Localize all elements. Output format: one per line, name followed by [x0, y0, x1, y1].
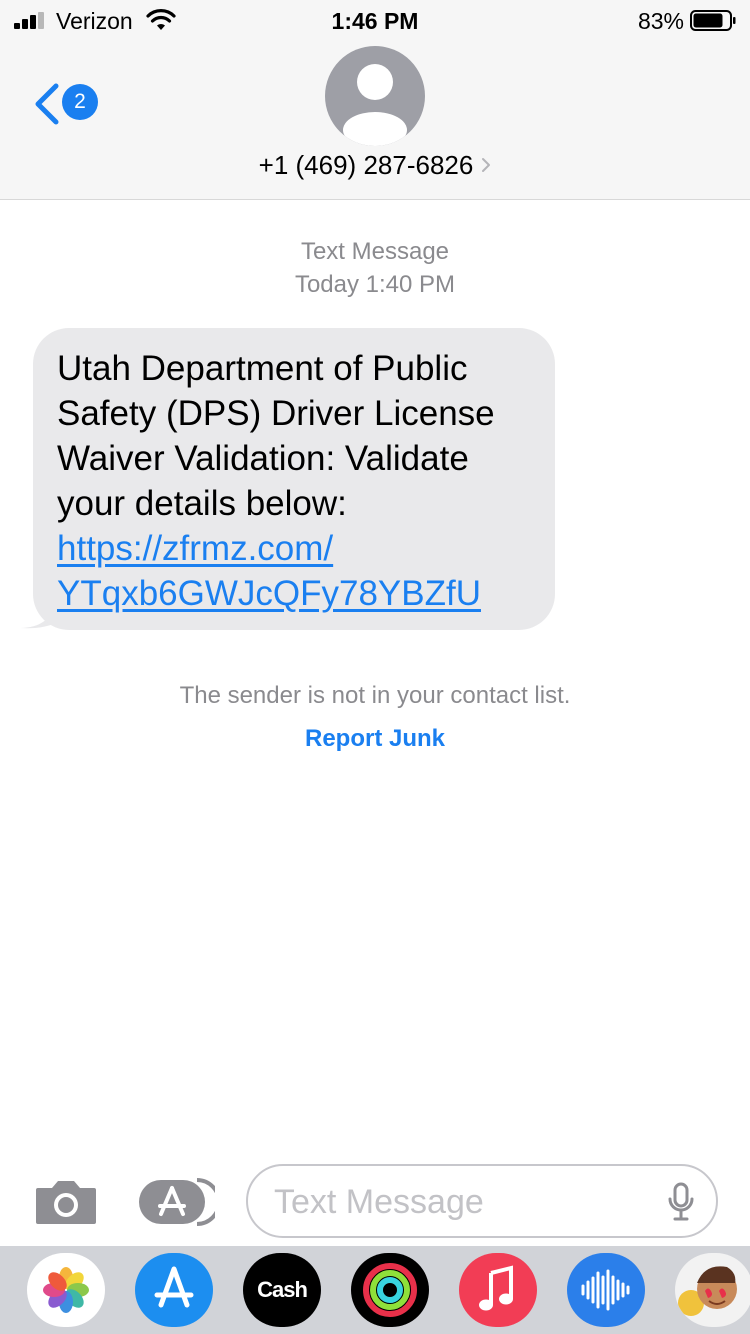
activity-icon[interactable]: [351, 1253, 429, 1327]
message-link[interactable]: https://zfrmz.com/: [57, 526, 531, 571]
camera-icon[interactable]: [34, 1178, 98, 1226]
music-icon[interactable]: [459, 1253, 537, 1327]
audio-message-icon[interactable]: [567, 1253, 645, 1327]
message-line: Waiver Validation: Validate: [57, 439, 469, 478]
battery-icon: [690, 10, 736, 31]
waveform-icon: [581, 1269, 630, 1311]
message-line: Utah Department of Public: [57, 349, 468, 388]
conversation-header: 2 +1 (469) 287-6826: [0, 40, 750, 200]
back-button[interactable]: 2: [30, 80, 102, 128]
memoji-icon[interactable]: [675, 1253, 750, 1327]
contact-avatar[interactable]: [325, 46, 425, 146]
photos-flower-icon: [43, 1267, 89, 1313]
contact-number: +1 (469) 287-6826: [258, 150, 474, 180]
message-input[interactable]: [274, 1176, 644, 1228]
memoji-face-icon: [678, 1266, 737, 1316]
service-label: Text Message: [300, 238, 450, 265]
app-store-drawer-icon[interactable]: [139, 1178, 215, 1226]
apple-cash-label: Cash: [257, 1277, 308, 1302]
message-line: Safety (DPS) Driver License: [57, 394, 495, 433]
chevron-left-icon: [35, 83, 59, 125]
app-store-icon[interactable]: [135, 1253, 213, 1327]
person-icon: [343, 64, 407, 146]
chevron-right-icon: [482, 158, 491, 172]
apple-cash-icon[interactable]: Cash: [243, 1253, 321, 1327]
unread-count-badge: 2: [62, 84, 98, 120]
message-input-field[interactable]: [246, 1164, 718, 1238]
photos-icon[interactable]: [27, 1253, 105, 1327]
report-junk-link[interactable]: Report Junk: [0, 725, 750, 753]
status-bar: Verizon 1:46 PM 83%: [0, 0, 750, 40]
microphone-icon[interactable]: [668, 1182, 694, 1222]
music-note-icon: [479, 1265, 513, 1311]
unknown-sender-notice: The sender is not in your contact list.: [179, 682, 571, 709]
battery-percentage: 83%: [637, 8, 684, 34]
message-link[interactable]: YTqxb6GWJcQFy78YBZfU: [57, 571, 531, 616]
message-timestamp: Today 1:40 PM: [294, 271, 456, 298]
app-store-glyph-icon: [154, 1266, 194, 1308]
app-drawer: Cash: [0, 1246, 750, 1334]
incoming-message-bubble[interactable]: Utah Department of Public Safety (DPS) D…: [33, 328, 555, 630]
message-line: your details below:: [57, 484, 347, 523]
contact-name-button[interactable]: +1 (469) 287-6826: [0, 150, 750, 181]
activity-rings-icon: [363, 1263, 417, 1317]
